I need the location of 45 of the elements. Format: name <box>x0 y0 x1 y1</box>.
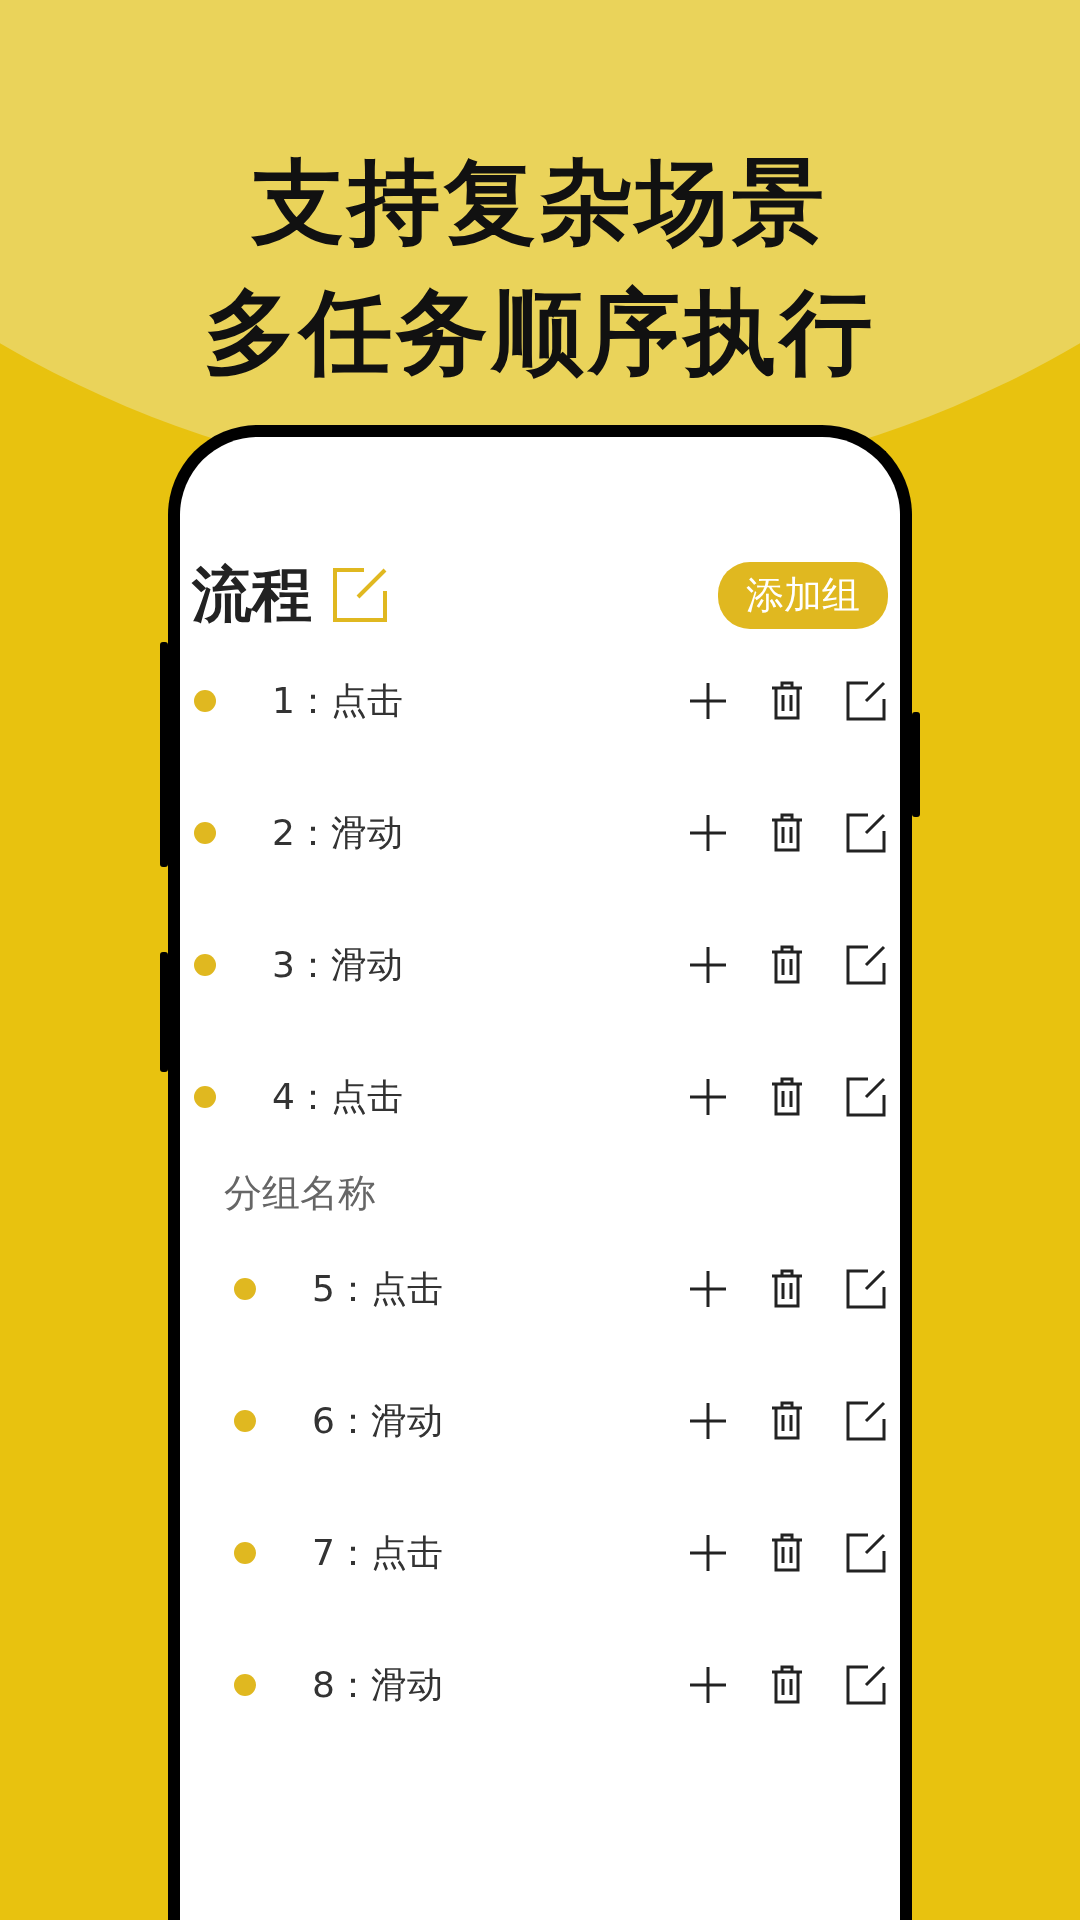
bullet-dot <box>194 690 216 712</box>
bullet-dot <box>234 1410 256 1432</box>
add-icon[interactable] <box>688 1533 728 1573</box>
add-icon[interactable] <box>688 813 728 853</box>
edit-icon[interactable] <box>846 681 886 721</box>
edit-icon[interactable] <box>846 813 886 853</box>
step-label: 1：点击 <box>272 678 403 723</box>
step-label: 2：滑动 <box>272 810 403 855</box>
edit-icon[interactable] <box>846 945 886 985</box>
step-label: 6：滑动 <box>312 1398 443 1443</box>
edit-icon[interactable] <box>846 1665 886 1705</box>
delete-icon[interactable] <box>770 1401 804 1441</box>
delete-icon[interactable] <box>770 945 804 985</box>
step-label: 4：点击 <box>272 1074 403 1119</box>
edit-icon[interactable] <box>846 1077 886 1117</box>
bullet-dot <box>194 1086 216 1108</box>
add-icon[interactable] <box>688 1401 728 1441</box>
bullet-dot <box>194 822 216 844</box>
add-icon[interactable] <box>688 681 728 721</box>
bullet-dot <box>234 1542 256 1564</box>
step-label: 5：点击 <box>312 1266 443 1311</box>
step-label: 8：滑动 <box>312 1662 443 1707</box>
headline: 支持复杂场景 <box>252 148 828 258</box>
edit-icon[interactable] <box>846 1269 886 1309</box>
edit-icon[interactable] <box>846 1401 886 1441</box>
add-icon[interactable] <box>688 1269 728 1309</box>
delete-icon[interactable] <box>770 1533 804 1573</box>
page-title: 流程 <box>192 557 312 631</box>
step-label: 3：滑动 <box>272 942 403 987</box>
delete-icon[interactable] <box>770 1077 804 1117</box>
delete-icon[interactable] <box>770 813 804 853</box>
add-icon[interactable] <box>688 945 728 985</box>
bullet-dot <box>234 1278 256 1300</box>
add-group-button[interactable]: 添加组 <box>718 561 888 629</box>
group-name: 分组名称 <box>223 1170 377 1217</box>
delete-icon[interactable] <box>770 1665 804 1705</box>
bullet-dot <box>194 954 216 976</box>
edit-icon[interactable] <box>846 1533 886 1573</box>
add-icon[interactable] <box>688 1665 728 1705</box>
delete-icon[interactable] <box>770 1269 804 1309</box>
headline: 多任务顺序执行 <box>204 278 876 388</box>
add-icon[interactable] <box>688 1077 728 1117</box>
delete-icon[interactable] <box>770 681 804 721</box>
step-label: 7：点击 <box>312 1530 443 1575</box>
bullet-dot <box>234 1674 256 1696</box>
